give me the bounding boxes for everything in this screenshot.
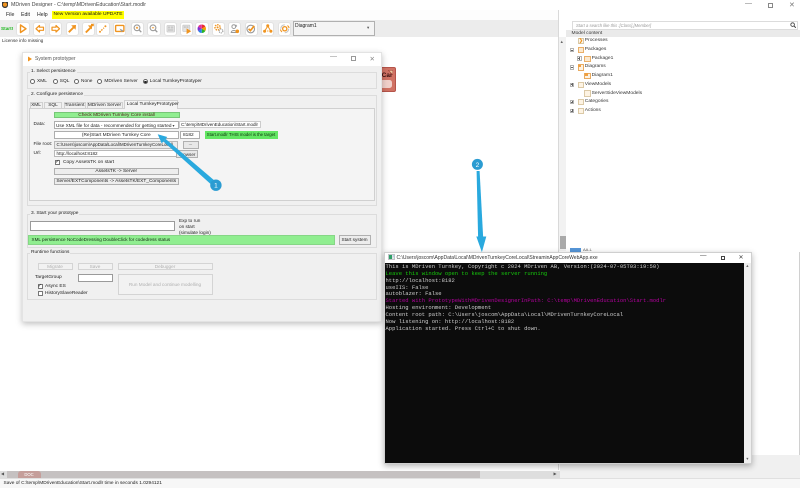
svg-text:2: 2 xyxy=(476,162,480,169)
svg-text:1: 1 xyxy=(214,183,218,190)
